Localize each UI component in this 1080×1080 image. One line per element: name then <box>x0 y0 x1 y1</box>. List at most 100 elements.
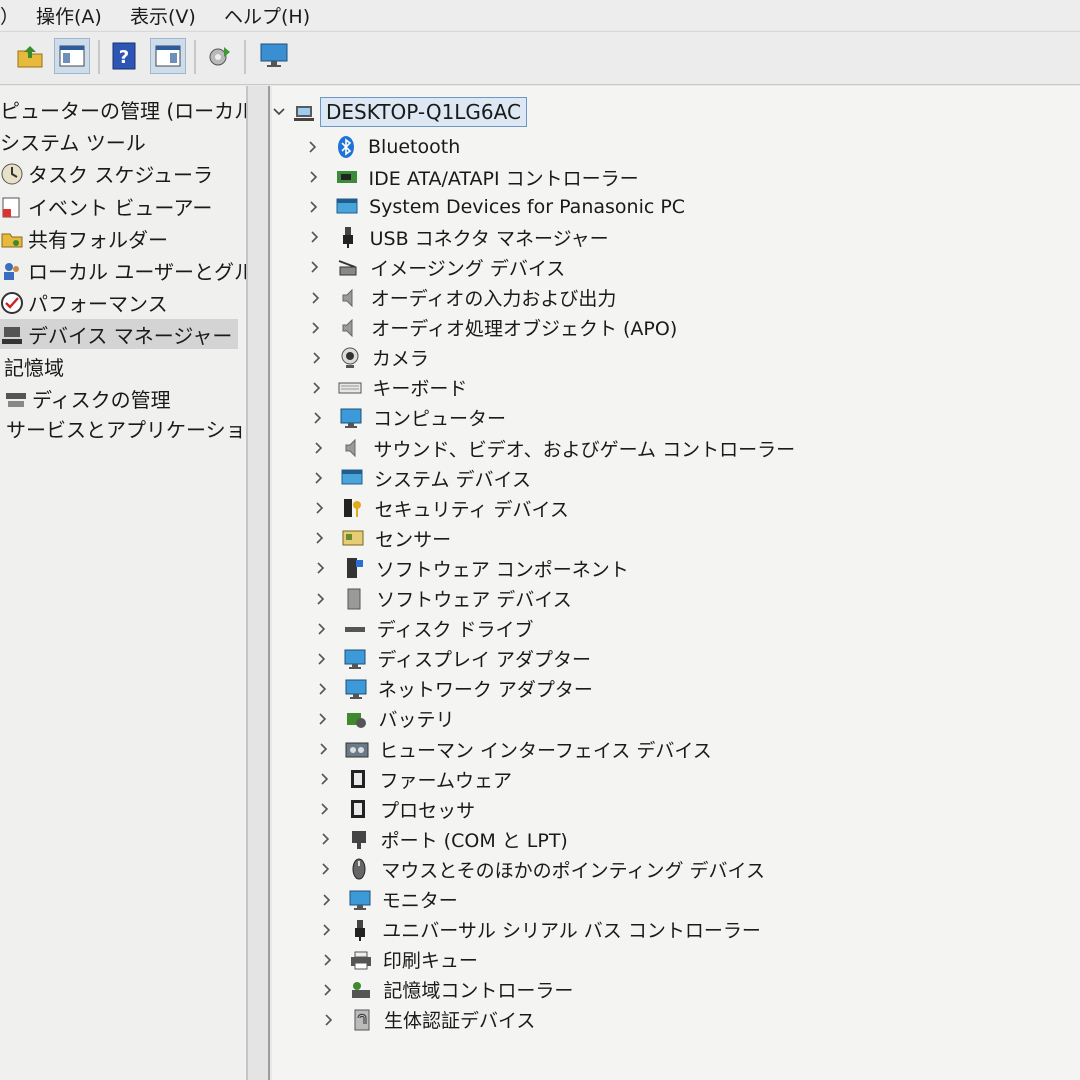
menu-item-file[interactable]: ） <box>0 2 19 29</box>
console-tree-item[interactable]: パフォーマンス <box>0 287 168 317</box>
device-category-row[interactable]: ファームウェア <box>318 764 512 794</box>
device-category-row[interactable]: ヒューマン インターフェイス デバイス <box>317 734 712 764</box>
device-category-row[interactable]: バッテリ <box>316 704 454 734</box>
device-category-row[interactable]: セキュリティ デバイス <box>313 493 569 523</box>
chevron-right-icon[interactable] <box>309 321 323 335</box>
chevron-right-icon[interactable] <box>310 351 324 365</box>
show-console-tree-icon[interactable] <box>54 38 90 74</box>
chevron-down-icon[interactable] <box>272 105 286 119</box>
device-category-label: ディスプレイ アダプター <box>377 649 592 672</box>
chevron-right-icon[interactable] <box>317 742 331 756</box>
device-category-row[interactable]: プロセッサ <box>318 794 475 824</box>
update-driver-icon[interactable] <box>202 38 238 74</box>
device-category-row[interactable]: サウンド、ビデオ、およびゲーム コントローラー <box>312 433 795 463</box>
device-category-label: IDE ATA/ATAPI コントローラー <box>368 167 639 190</box>
device-category-row[interactable]: IDE ATA/ATAPI コントローラー <box>307 162 639 192</box>
device-category-row[interactable]: ポート (COM と LPT) <box>319 824 568 854</box>
device-category-row[interactable]: センサー <box>313 523 451 553</box>
device-category-label: ディスク ドライブ <box>376 619 534 642</box>
console-tree-item[interactable]: システム ツール <box>0 126 146 156</box>
tree-root[interactable]: DESKTOP-Q1LG6AC <box>272 96 527 128</box>
toolbar: ? <box>0 31 1080 85</box>
chevron-right-icon[interactable] <box>313 531 327 545</box>
console-tree-item-label: デバイス マネージャー <box>28 323 233 348</box>
device-category-row[interactable]: ディスプレイ アダプター <box>315 644 591 674</box>
device-category-row[interactable]: ソフトウェア デバイス <box>314 584 572 614</box>
device-category-row[interactable]: イメージング デバイス <box>308 252 565 282</box>
chevron-right-icon[interactable] <box>321 983 335 997</box>
chevron-right-icon[interactable] <box>314 592 328 606</box>
console-tree-item[interactable]: 共有フォルダー <box>0 223 168 253</box>
console-tree-item[interactable]: タスク スケジューラ <box>0 158 213 188</box>
chevron-right-icon[interactable] <box>316 712 330 726</box>
chevron-right-icon[interactable] <box>311 411 325 425</box>
chevron-right-icon[interactable] <box>312 441 326 455</box>
console-tree-item[interactable]: ピューターの管理 (ローカル) <box>0 94 248 124</box>
biometric-icon <box>350 1008 374 1032</box>
pane-splitter[interactable] <box>248 86 270 1080</box>
chevron-right-icon[interactable] <box>312 471 326 485</box>
firmware-icon <box>346 767 370 791</box>
system-devices-icon <box>335 195 359 219</box>
device-category-row[interactable]: キーボード <box>310 373 467 403</box>
chevron-right-icon[interactable] <box>315 622 329 636</box>
chevron-right-icon[interactable] <box>318 802 332 816</box>
chevron-right-icon[interactable] <box>322 1013 336 1027</box>
menu-item-help[interactable]: ヘルプ(H) <box>224 2 310 29</box>
device-category-row[interactable]: 印刷キュー <box>321 945 478 975</box>
device-category-row[interactable]: コンピューター <box>311 403 506 433</box>
console-tree-item[interactable]: 記憶域 <box>4 351 64 381</box>
chevron-right-icon[interactable] <box>316 682 330 696</box>
computer-name-label[interactable]: DESKTOP-Q1LG6AC <box>320 97 527 127</box>
chevron-right-icon[interactable] <box>306 140 320 154</box>
chevron-right-icon[interactable] <box>308 260 322 274</box>
software-component-icon <box>342 556 366 580</box>
device-category-row[interactable]: Bluetooth <box>306 132 460 162</box>
chevron-right-icon[interactable] <box>307 170 321 184</box>
action-pane-icon[interactable] <box>150 38 186 74</box>
device-category-row[interactable]: 生体認証デバイス <box>322 1005 535 1035</box>
chevron-right-icon[interactable] <box>313 501 327 515</box>
console-tree-item[interactable]: サービスとアプリケーション <box>6 413 246 443</box>
device-category-row[interactable]: オーディオの入力および出力 <box>309 283 616 313</box>
chevron-right-icon[interactable] <box>320 923 334 937</box>
device-category-row[interactable]: USB コネクタ マネージャー <box>308 222 609 252</box>
device-category-row[interactable]: モニター <box>320 885 458 915</box>
console-tree-item[interactable]: イベント ビューアー <box>0 191 212 221</box>
chevron-right-icon[interactable] <box>320 893 334 907</box>
speaker-icon <box>340 436 364 460</box>
device-category-row[interactable]: マウスとそのほかのポインティング デバイス <box>319 854 765 884</box>
help-icon[interactable]: ? <box>106 38 142 74</box>
menu-item-action[interactable]: 操作(A) <box>36 2 102 29</box>
console-tree-item[interactable]: ディスクの管理 <box>4 383 171 413</box>
device-category-row[interactable]: カメラ <box>310 343 429 373</box>
chevron-right-icon[interactable] <box>318 772 332 786</box>
monitor-icon[interactable] <box>256 38 292 74</box>
console-tree-item[interactable]: デバイス マネージャー <box>0 319 239 349</box>
device-category-label: キーボード <box>372 378 468 401</box>
device-category-row[interactable]: ネットワーク アダプター <box>316 674 593 704</box>
chevron-right-icon[interactable] <box>314 561 328 575</box>
device-category-row[interactable]: ユニバーサル シリアル バス コントローラー <box>320 915 761 945</box>
menu-item-view[interactable]: 表示(V) <box>130 2 196 29</box>
device-category-row[interactable]: システム デバイス <box>312 463 531 493</box>
chevron-right-icon[interactable] <box>315 652 329 666</box>
chevron-right-icon[interactable] <box>321 953 335 967</box>
console-tree-item-label: ピューターの管理 (ローカル) <box>0 98 248 123</box>
console-tree-item[interactable]: ローカル ユーザーとグループ <box>0 255 246 285</box>
chevron-right-icon[interactable] <box>310 381 324 395</box>
device-category-row[interactable]: オーディオ処理オブジェクト (APO) <box>309 313 677 343</box>
chevron-right-icon[interactable] <box>307 200 321 214</box>
console-tree-item-label: システム ツール <box>0 130 146 155</box>
up-folder-icon[interactable] <box>12 38 48 74</box>
device-category-row[interactable]: ディスク ドライブ <box>315 614 534 644</box>
chevron-right-icon[interactable] <box>308 230 322 244</box>
chevron-right-icon[interactable] <box>319 862 333 876</box>
chevron-right-icon[interactable] <box>319 832 333 846</box>
svg-text:?: ? <box>119 47 129 68</box>
console-tree-item-label: タスク スケジューラ <box>28 162 213 187</box>
chevron-right-icon[interactable] <box>309 291 323 305</box>
device-category-row[interactable]: System Devices for Panasonic PC <box>307 192 685 222</box>
device-category-row[interactable]: 記憶域コントローラー <box>321 975 573 1005</box>
device-category-row[interactable]: ソフトウェア コンポーネント <box>314 553 629 583</box>
